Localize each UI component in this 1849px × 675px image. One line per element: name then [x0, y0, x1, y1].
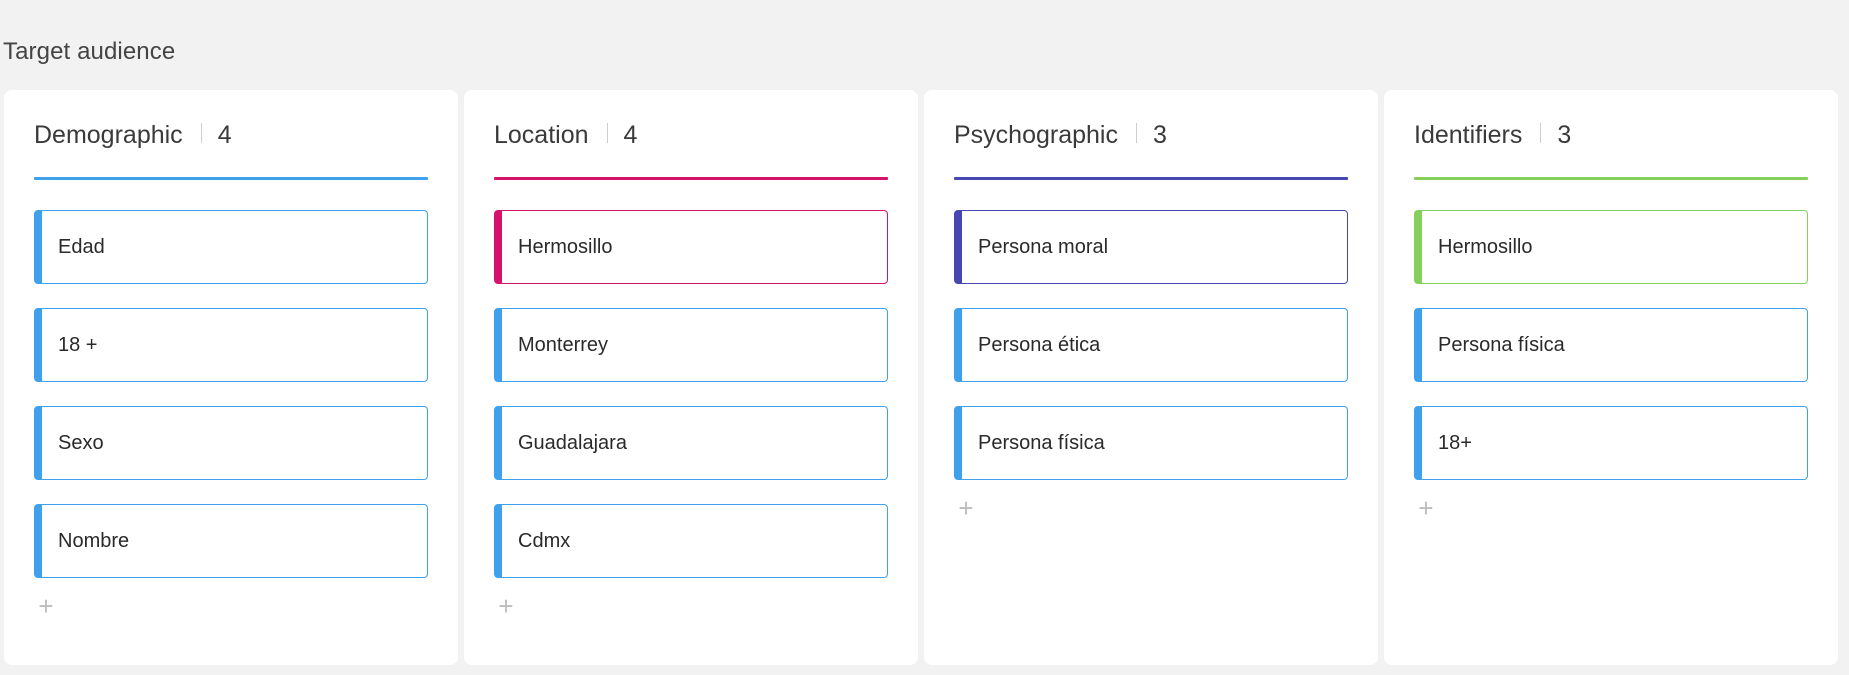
column-title: Identifiers — [1414, 120, 1523, 149]
audience-card[interactable]: Persona moral — [954, 210, 1348, 284]
card-label: Persona física — [978, 431, 1105, 454]
card-label: Edad — [58, 235, 105, 258]
column-count: 4 — [623, 120, 638, 149]
column-title: Psychographic — [954, 120, 1118, 149]
audience-card[interactable]: Sexo — [34, 406, 428, 480]
add-card-button[interactable]: + — [1414, 493, 1438, 523]
add-card-button[interactable]: + — [494, 591, 518, 621]
column-identifiers: Identifiers 3 Hermosillo Persona física … — [1384, 90, 1838, 665]
add-card-button[interactable]: + — [954, 493, 978, 523]
column-header: Psychographic 3 — [954, 118, 1167, 152]
plus-icon: + — [958, 493, 974, 523]
page-title: Target audience — [3, 38, 176, 65]
column-rule — [34, 177, 428, 180]
column-header-divider — [1540, 123, 1542, 143]
column-location: Location 4 Hermosillo Monterrey Guadalaj… — [464, 90, 918, 665]
column-demographic: Demographic 4 Edad 18 + Sexo Nombre + — [4, 90, 458, 665]
card-label: Persona ética — [978, 333, 1101, 356]
card-label: Nombre — [58, 529, 130, 552]
card-label: Monterrey — [518, 333, 609, 356]
card-label: Persona física — [1438, 333, 1565, 356]
column-rule — [1414, 177, 1808, 180]
audience-card[interactable]: 18+ — [1414, 406, 1808, 480]
card-list: Persona moral Persona ética Persona físi… — [954, 210, 1348, 523]
audience-card[interactable]: 18 + — [34, 308, 428, 382]
audience-card[interactable]: Cdmx — [494, 504, 888, 578]
card-label: 18+ — [1438, 431, 1472, 454]
column-rule — [954, 177, 1348, 180]
plus-icon: + — [38, 591, 54, 621]
card-label: 18 + — [58, 333, 98, 356]
audience-card[interactable]: Guadalajara — [494, 406, 888, 480]
audience-card[interactable]: Persona ética — [954, 308, 1348, 382]
add-card-button[interactable]: + — [34, 591, 58, 621]
column-title: Location — [494, 120, 589, 149]
column-header: Demographic 4 — [34, 118, 232, 152]
audience-card[interactable]: Persona física — [1414, 308, 1808, 382]
columns-board: Demographic 4 Edad 18 + Sexo Nombre + Lo… — [4, 90, 1838, 665]
plus-icon: + — [498, 591, 514, 621]
column-count: 3 — [1152, 120, 1167, 149]
card-label: Sexo — [58, 431, 104, 454]
card-list: Edad 18 + Sexo Nombre + — [34, 210, 428, 621]
audience-card[interactable]: Persona física — [954, 406, 1348, 480]
audience-card[interactable]: Nombre — [34, 504, 428, 578]
column-header: Location 4 — [494, 118, 637, 152]
column-rule — [494, 177, 888, 180]
card-label: Guadalajara — [518, 431, 627, 454]
column-header-divider — [1135, 123, 1137, 143]
column-header: Identifiers 3 — [1414, 118, 1571, 152]
column-header-divider — [200, 123, 202, 143]
column-header-divider — [606, 123, 608, 143]
card-label: Hermosillo — [518, 235, 613, 258]
audience-card[interactable]: Hermosillo — [494, 210, 888, 284]
column-psychographic: Psychographic 3 Persona moral Persona ét… — [924, 90, 1378, 665]
card-label: Cdmx — [518, 529, 571, 552]
column-count: 3 — [1557, 120, 1572, 149]
plus-icon: + — [1418, 493, 1434, 523]
card-list: Hermosillo Monterrey Guadalajara Cdmx + — [494, 210, 888, 621]
card-label: Persona moral — [978, 235, 1109, 258]
audience-card[interactable]: Edad — [34, 210, 428, 284]
card-list: Hermosillo Persona física 18+ + — [1414, 210, 1808, 523]
audience-card[interactable]: Hermosillo — [1414, 210, 1808, 284]
audience-card[interactable]: Monterrey — [494, 308, 888, 382]
column-count: 4 — [217, 120, 232, 149]
column-title: Demographic — [34, 120, 183, 149]
card-label: Hermosillo — [1438, 235, 1533, 258]
